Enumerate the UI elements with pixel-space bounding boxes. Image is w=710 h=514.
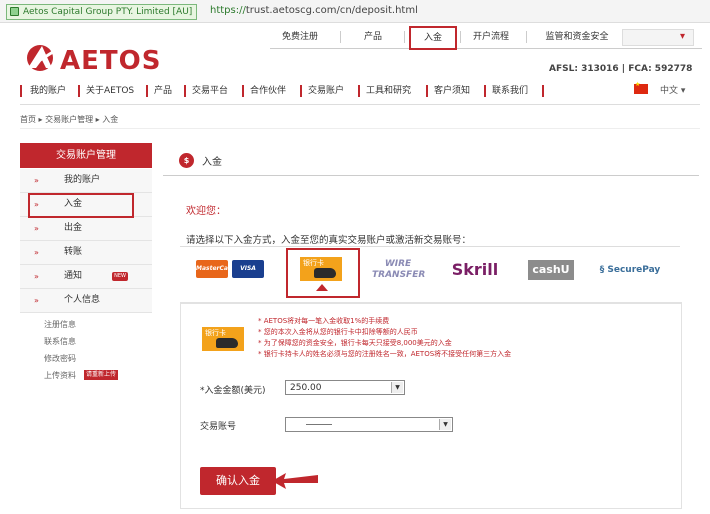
account-label: 交易账号 [200, 422, 237, 432]
china-flag-icon[interactable] [634, 81, 648, 94]
main-nav-my-account[interactable]: 我的账户 [30, 84, 66, 98]
lock-icon [10, 7, 19, 16]
payment-method-cards[interactable]: MasterCard VISA [196, 258, 266, 282]
content-header [163, 143, 699, 176]
instruction-text: 请选择以下入金方式，入金至您的真实交易账户或激活新交易账号： [186, 235, 472, 246]
chevron-right-icon: » [34, 176, 39, 185]
visa-logo: VISA [232, 260, 264, 278]
deposit-note: * 您的本次入金将从您的银行卡中扣除等额的人民币 [258, 328, 418, 336]
selected-caret-icon [316, 284, 328, 291]
breadcrumb[interactable]: 首页 ▸ 交易账户管理 ▸ 入金 [20, 114, 118, 125]
top-nav-register[interactable]: 免费注册 [270, 26, 330, 48]
main-nav-trading-account[interactable]: 交易账户 [308, 84, 344, 98]
payment-method-bank-card[interactable]: 银行卡 [300, 257, 342, 281]
payment-method-wire-transfer[interactable]: WIRE TRANSFER [372, 258, 425, 283]
sub-item-registration[interactable]: 注册信息 [44, 319, 76, 330]
certificate-badge[interactable]: Aetos Capital Group PTY. Limited [AU] [6, 4, 198, 20]
world-map-icon [314, 268, 336, 278]
amount-value: 250.00 [290, 383, 322, 393]
bank-card-label: 银行卡 [303, 259, 324, 267]
sidebar-item-label: 转账 [64, 247, 83, 257]
chevron-down-icon: ▼ [391, 382, 403, 393]
sub-item-contact-info[interactable]: 联系信息 [44, 336, 76, 347]
language-selector[interactable]: 中文 ▾ [660, 83, 685, 96]
deposit-note: * AETOS将对每一笔入金收取1%的手续费 [258, 317, 390, 325]
sidebar-item-label: 我的账户 [64, 175, 101, 185]
chevron-right-icon: » [34, 224, 39, 233]
page-title: 入金 [202, 157, 222, 168]
sidebar-item-withdraw[interactable]: » 出金 [20, 217, 152, 241]
payment-method-securepay[interactable]: § SecurePay [594, 258, 666, 282]
main-nav-platform[interactable]: 交易平台 [192, 84, 228, 98]
main-nav-about[interactable]: 关于AETOS [86, 84, 134, 98]
sidebar-item-label: 个人信息 [64, 295, 101, 305]
top-nav-account-process[interactable]: 开户流程 [466, 26, 516, 48]
welcome-text: 欢迎您： [186, 206, 226, 217]
mastercard-logo: MasterCard [196, 260, 235, 278]
deposit-note: * 为了保障您的资金安全，银行卡每天只接受8,000美元的入金 [258, 339, 452, 347]
url-path: trust.aetoscg.com/cn/deposit.html [245, 5, 418, 16]
license-info: AFSL: 313016 | FCA: 592778 [549, 64, 693, 74]
world-map-icon [216, 338, 238, 348]
brand-name[interactable]: AETOS [60, 46, 161, 76]
chevron-down-icon[interactable]: ▾ [680, 29, 685, 45]
sidebar-item-personal-info[interactable]: » 个人信息 [20, 289, 152, 313]
deposit-note: * 银行卡持卡人的姓名必须与您的注册姓名一致，AETOS将不接受任何第三方入金 [258, 350, 512, 358]
language-label: 中文 [660, 86, 679, 96]
sidebar-item-label: 通知 [64, 271, 83, 281]
top-nav-products[interactable]: 产品 [348, 26, 398, 48]
sidebar-item-label: 出金 [64, 223, 83, 233]
new-badge: NEW [112, 272, 128, 281]
bank-card-thumbnail: 银行卡 [202, 327, 244, 351]
url-protocol: https:// [210, 5, 246, 16]
sidebar-item-notice[interactable]: » 通知 NEW [20, 265, 152, 289]
certificate-label: Aetos Capital Group PTY. Limited [AU] [23, 7, 193, 17]
reupload-button[interactable]: 请重新上传 [84, 370, 119, 380]
sidebar-item-my-account[interactable]: » 我的账户 [20, 169, 152, 193]
selected-sidebar-highlight [28, 193, 134, 218]
bank-card-thumb-label: 银行卡 [205, 329, 226, 337]
sub-item-upload-label: 上传资料 [44, 371, 76, 380]
main-nav-tools[interactable]: 工具和研究 [366, 84, 411, 98]
account-select[interactable]: ▼ [285, 417, 453, 432]
chevron-right-icon: » [34, 272, 39, 281]
top-nav-regulation[interactable]: 监管和资金安全 [532, 26, 622, 48]
payment-method-skrill[interactable]: Skrill [448, 258, 502, 282]
amount-label: *入金金额(美元) [200, 386, 266, 396]
top-nav-deposit[interactable]: 入金 [409, 26, 457, 50]
aetos-logo-icon[interactable] [22, 42, 60, 72]
sub-item-change-password[interactable]: 修改密码 [44, 353, 76, 364]
url-text[interactable]: https://trust.aetoscg.com/cn/deposit.htm… [210, 4, 418, 18]
securepay-label: SecurePay [607, 265, 661, 275]
chevron-down-icon: ▾ [680, 86, 686, 96]
amount-select[interactable]: 250.00 ▼ [285, 380, 405, 395]
sub-item-upload[interactable]: 上传资料 请重新上传 [44, 370, 119, 381]
main-nav-partners[interactable]: 合作伙伴 [250, 84, 286, 98]
pointer-arrow-icon [272, 473, 318, 489]
dollar-icon: $ [179, 153, 194, 168]
main-nav-products[interactable]: 产品 [154, 84, 172, 98]
main-nav-contact[interactable]: 联系我们 [492, 84, 528, 98]
sidebar-item-transfer[interactable]: » 转账 [20, 241, 152, 265]
main-nav-client-notice[interactable]: 客户须知 [434, 84, 470, 98]
confirm-deposit-button[interactable]: 确认入金 [200, 467, 276, 495]
payment-method-cashu[interactable]: cashU [528, 260, 574, 280]
chevron-down-icon: ▼ [439, 419, 451, 430]
sidebar-title: 交易账户管理 [20, 143, 152, 168]
chevron-right-icon: » [34, 248, 39, 257]
chevron-right-icon: » [34, 296, 39, 305]
